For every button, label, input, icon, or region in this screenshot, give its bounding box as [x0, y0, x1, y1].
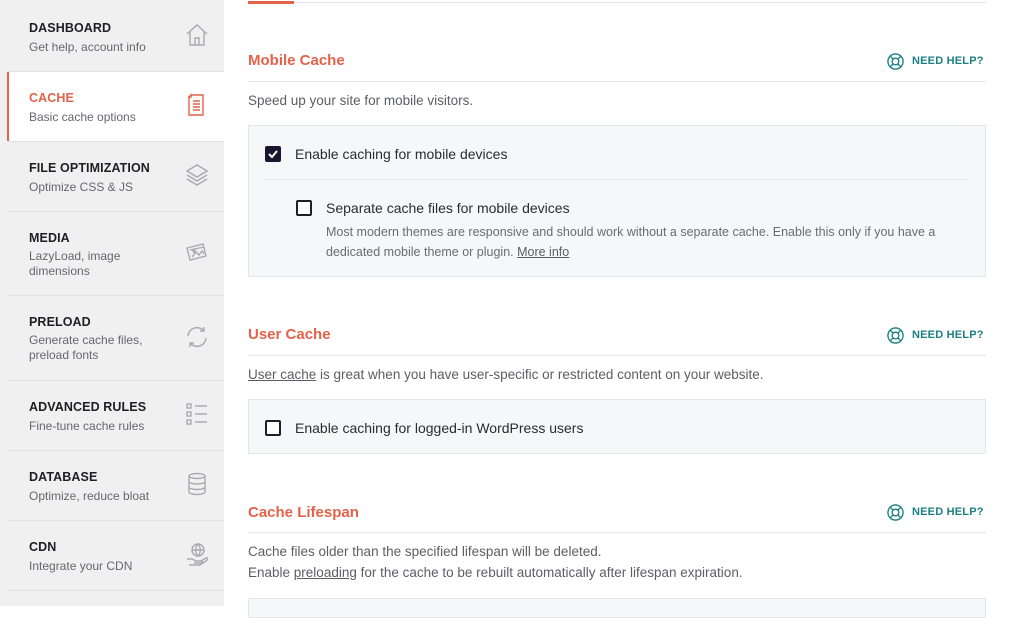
checkmark-icon [268, 150, 278, 159]
section-description: Speed up your site for mobile visitors. [248, 93, 474, 108]
user-cache-panel: Enable caching for logged-in WordPress u… [248, 399, 986, 454]
main-content: Mobile Cache NEED HELP? Speed up your si… [224, 0, 1024, 618]
section-divider [248, 81, 986, 82]
section-description: User cache is great when you have user-s… [248, 364, 764, 385]
lifebuoy-icon [887, 503, 904, 521]
need-help-label: NEED HELP? [912, 55, 984, 67]
section-title-mobile-cache: Mobile Cache [248, 52, 345, 69]
sidebar: DASHBOARD Get help, account info CACHE B… [0, 0, 224, 606]
home-icon [184, 22, 210, 48]
enable-user-cache-label: Enable caching for logged-in WordPress u… [295, 420, 584, 436]
lifespan-desc-pre: Enable [248, 565, 294, 580]
sidebar-item-dashboard[interactable]: DASHBOARD Get help, account info [8, 0, 224, 72]
sidebar-item-title: DATABASE [29, 470, 98, 484]
cache-lifespan-panel [248, 598, 986, 618]
sidebar-item-subtitle: Basic cache options [29, 110, 136, 124]
sidebar-item-title: ADVANCED RULES [29, 400, 147, 414]
separate-mobile-cache-option[interactable]: Separate cache files for mobile devices [296, 200, 570, 216]
section-divider [248, 355, 986, 356]
database-icon [184, 471, 210, 497]
sidebar-item-subtitle: Generate cache files, preload fonts [29, 333, 143, 362]
enable-user-cache-option[interactable]: Enable caching for logged-in WordPress u… [265, 420, 583, 436]
sidebar-item-subtitle: Fine-tune cache rules [29, 419, 145, 433]
need-help-label: NEED HELP? [912, 506, 984, 518]
separate-mobile-cache-label: Separate cache files for mobile devices [326, 200, 570, 216]
need-help-link-cache-lifespan[interactable]: NEED HELP? [886, 502, 984, 522]
user-cache-desc-text: is great when you have user-specific or … [316, 367, 764, 382]
enable-user-cache-checkbox[interactable] [265, 420, 281, 436]
preloading-link[interactable]: preloading [294, 565, 357, 580]
document-icon [184, 92, 210, 118]
sidebar-item-title: PRELOAD [29, 315, 91, 329]
need-help-link-user-cache[interactable]: NEED HELP? [886, 325, 984, 345]
section-title-cache-lifespan: Cache Lifespan [248, 504, 359, 521]
sidebar-item-advanced-rules[interactable]: ADVANCED RULES Fine-tune cache rules [8, 381, 224, 451]
enable-mobile-cache-checkbox[interactable] [265, 146, 281, 162]
lifebuoy-icon [887, 52, 904, 70]
sidebar-item-media[interactable]: MEDIA LazyLoad, image dimensions [8, 212, 224, 296]
separate-mobile-cache-checkbox[interactable] [296, 200, 312, 216]
section-divider [248, 532, 986, 533]
sidebar-item-subtitle: Optimize, reduce bloat [29, 489, 150, 503]
panel-divider [265, 179, 969, 180]
sidebar-item-subtitle: Integrate your CDN [29, 559, 133, 573]
enable-mobile-cache-option[interactable]: Enable caching for mobile devices [265, 146, 507, 162]
refresh-icon [184, 324, 210, 350]
section-title-user-cache: User Cache [248, 326, 331, 343]
separate-cache-description: Most modern themes are responsive and sh… [326, 222, 966, 262]
separate-cache-desc-text: Most modern themes are responsive and sh… [326, 225, 936, 239]
sidebar-item-title: MEDIA [29, 231, 70, 245]
sidebar-item-cache[interactable]: CACHE Basic cache options [7, 72, 224, 142]
lifespan-desc-post: for the cache to be rebuilt automaticall… [356, 565, 743, 580]
need-help-link-mobile-cache[interactable]: NEED HELP? [886, 51, 984, 71]
sidebar-item-title: DASHBOARD [29, 21, 112, 35]
sidebar-item-title: FILE OPTIMIZATION [29, 161, 150, 175]
lifebuoy-icon [887, 326, 904, 344]
more-info-link[interactable]: More info [517, 245, 569, 259]
globe-hand-icon [184, 541, 210, 567]
user-cache-link[interactable]: User cache [248, 367, 316, 382]
need-help-label: NEED HELP? [912, 329, 984, 341]
section-description: Cache files older than the specified lif… [248, 541, 743, 583]
sidebar-item-subtitle: LazyLoad, image dimensions [29, 249, 121, 278]
sidebar-item-title: CDN [29, 540, 57, 554]
sidebar-item-subtitle: Get help, account info [29, 40, 146, 54]
sidebar-item-preload[interactable]: PRELOAD Generate cache files, preload fo… [8, 296, 224, 381]
sidebar-item-database[interactable]: DATABASE Optimize, reduce bloat [8, 451, 224, 521]
lifespan-desc-line-1: Cache files older than the specified lif… [248, 544, 602, 559]
checklist-icon [184, 401, 210, 427]
sidebar-item-file-optimization[interactable]: FILE OPTIMIZATION Optimize CSS & JS [8, 142, 224, 212]
sidebar-item-title: CACHE [29, 91, 74, 105]
separate-cache-desc-text-2: dedicated mobile theme or plugin. [326, 245, 514, 259]
enable-mobile-cache-label: Enable caching for mobile devices [295, 146, 508, 162]
layers-icon [184, 162, 210, 188]
images-icon [184, 239, 210, 265]
sidebar-item-cdn[interactable]: CDN Integrate your CDN [8, 521, 224, 591]
mobile-cache-panel: Enable caching for mobile devices Separa… [248, 125, 986, 277]
sidebar-item-subtitle: Optimize CSS & JS [29, 180, 134, 194]
active-tab-indicator [248, 1, 294, 4]
tab-divider [248, 2, 986, 3]
